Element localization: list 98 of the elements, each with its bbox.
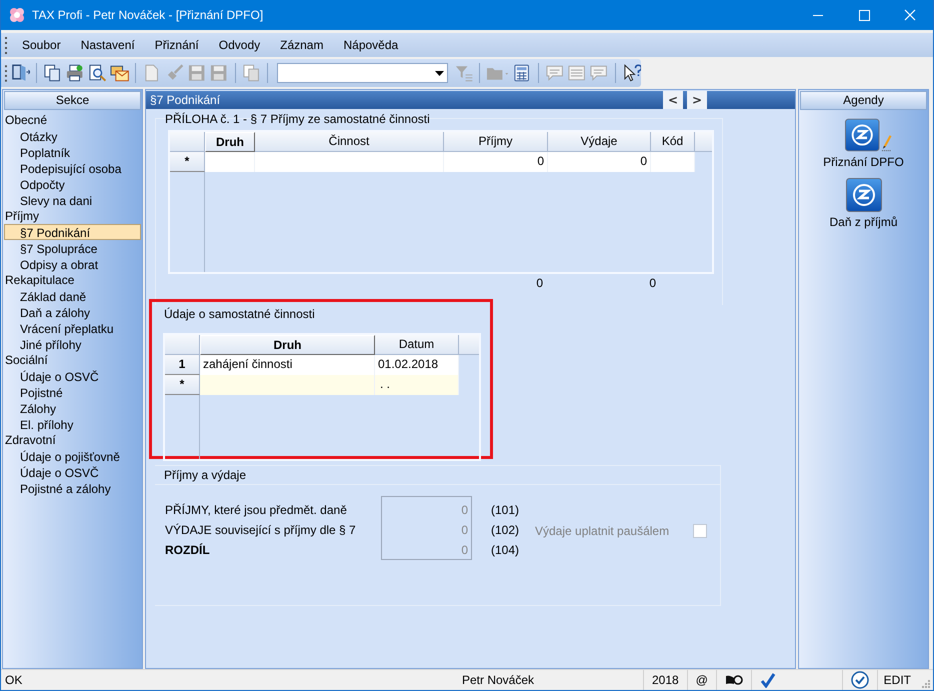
tree-group[interactable]: Zdravotní: [3, 432, 142, 448]
envelope-icon[interactable]: [110, 63, 130, 83]
row-header[interactable]: *: [170, 152, 205, 172]
tree-item[interactable]: Údaje o OSVČ: [4, 368, 141, 384]
tree-item[interactable]: Pojistné: [4, 384, 141, 400]
row-header[interactable]: *: [165, 375, 200, 395]
window-title: TAX Profi - Petr Nováček - [Přiznání DPFO]: [32, 8, 264, 22]
column-header[interactable]: Kód: [651, 132, 695, 152]
field-label: VÝDAJE související s příjmy dle § 7: [165, 522, 357, 539]
row-header[interactable]: 1: [165, 355, 200, 375]
table-cell[interactable]: 0: [548, 152, 651, 172]
menu-item[interactable]: Záznam: [270, 38, 334, 52]
column-header[interactable]: Druh: [205, 132, 255, 152]
amount-value: 0: [460, 522, 469, 539]
table-cell[interactable]: zahájení činnosti: [200, 355, 375, 375]
grip-icon: [5, 35, 8, 55]
column-header[interactable]: Druh: [200, 335, 375, 355]
check-circle-icon: [850, 671, 869, 689]
menu-item[interactable]: Nápověda: [333, 38, 408, 52]
tree-item[interactable]: §7 Spolupráce: [4, 240, 141, 256]
panel-title: §7 Podnikání: [150, 93, 222, 107]
menu-item[interactable]: Odvody: [208, 38, 270, 52]
column-header[interactable]: Příjmy: [444, 132, 548, 152]
header-filler: [695, 132, 712, 152]
table-cell[interactable]: 0: [444, 152, 548, 172]
tree-item[interactable]: Otázky: [4, 128, 141, 144]
table-cell[interactable]: [200, 375, 375, 395]
tree-item[interactable]: §7 Podnikání: [4, 224, 141, 240]
tree-group[interactable]: Obecné: [3, 112, 142, 128]
tree-item[interactable]: Podepisující osoba: [4, 160, 141, 176]
table-cell[interactable]: [205, 152, 255, 172]
dropdown-arrow-icon: [435, 70, 444, 76]
column-header[interactable]: Datum: [375, 335, 459, 355]
field-label: ROZDÍL: [165, 542, 211, 559]
checkbox-label: Výdaje uplatnit paušálem: [535, 524, 670, 538]
calculator-icon[interactable]: [512, 63, 532, 83]
tree-item[interactable]: Pojistné a zálohy: [4, 480, 141, 496]
next-button[interactable]: >: [687, 91, 707, 109]
table-cell[interactable]: [651, 152, 695, 172]
tree-item[interactable]: Slevy na dani: [4, 192, 141, 208]
agenda-label[interactable]: Daň z příjmů: [829, 215, 898, 229]
total-value: 0: [648, 275, 656, 292]
header-filler: [459, 335, 479, 355]
tree-group[interactable]: Rekapitulace: [3, 272, 142, 288]
door-icon[interactable]: [10, 63, 30, 83]
tree-item[interactable]: Odpisy a obrat: [4, 256, 141, 272]
total-value: 0: [535, 275, 543, 292]
tree-item[interactable]: Poplatník: [4, 144, 141, 160]
status-user: Petr Nováček: [460, 673, 536, 687]
amount-value: 0: [460, 542, 469, 559]
swirl-logo-icon[interactable]: [845, 118, 880, 152]
section-title: PŘÍLOHA č. 1 - § 7 Příjmy ze samostatné činnosti: [164, 111, 431, 128]
menu-item[interactable]: Nastavení: [70, 38, 145, 52]
help-cursor-icon[interactable]: [622, 63, 641, 83]
status-message: OK: [4, 673, 24, 687]
tree-item[interactable]: Údaje o pojišťovně: [4, 448, 141, 464]
sidebar-header: Sekce: [4, 91, 141, 110]
checkmark-icon: [760, 672, 776, 688]
tree-item[interactable]: El. přílohy: [4, 416, 141, 432]
section-title: Údaje o samostatné činnosti: [163, 306, 316, 323]
field-label: PŘÍJMY, které jsou předmět. daně: [165, 502, 348, 519]
status-mode: EDIT: [876, 670, 917, 690]
tree-item[interactable]: Daň a zálohy: [4, 304, 141, 320]
magnifier-page-icon[interactable]: [88, 63, 108, 83]
tree-group[interactable]: Sociální: [3, 352, 142, 368]
documents-icon[interactable]: [43, 63, 62, 83]
tree-item[interactable]: Údaje o OSVČ: [4, 464, 141, 480]
mail-horn-icon: [724, 673, 743, 687]
line-code: (104): [491, 542, 520, 559]
tree-item[interactable]: Jiné přílohy: [4, 336, 141, 352]
tree-item[interactable]: Zálohy: [4, 400, 141, 416]
agenda-header: Agendy: [800, 91, 927, 110]
menu-item[interactable]: Soubor: [12, 38, 71, 52]
table-cell[interactable]: . .: [375, 375, 459, 395]
section-title: Příjmy a výdaje: [155, 466, 720, 485]
amount-value: 0: [460, 502, 469, 519]
status-year: 2018: [643, 670, 687, 690]
status-email: @: [686, 670, 716, 690]
tree-item[interactable]: Vrácení přeplatku: [4, 320, 141, 336]
line-code: (101): [491, 502, 520, 519]
menu-item[interactable]: Přiznání: [144, 38, 209, 52]
grip-icon: [5, 63, 8, 83]
tree-item[interactable]: Základ daně: [4, 288, 141, 304]
flower-icon: [9, 7, 25, 23]
agenda-label[interactable]: Přiznání DPFO: [823, 155, 904, 169]
resize-grip-icon: [921, 679, 931, 689]
header-corner: [170, 132, 205, 152]
header-corner: [165, 335, 200, 355]
dropdown-field[interactable]: [276, 63, 448, 83]
column-header[interactable]: Činnost: [255, 132, 444, 152]
table-cell[interactable]: [255, 152, 444, 172]
column-header[interactable]: Výdaje: [548, 132, 651, 152]
tree-group[interactable]: Příjmy: [3, 208, 142, 224]
tree-item[interactable]: Odpočty: [4, 176, 141, 192]
table-cell[interactable]: 01.02.2018: [375, 355, 459, 375]
printer-icon[interactable]: [65, 63, 85, 83]
previous-button[interactable]: <: [663, 91, 683, 109]
swirl-logo-icon[interactable]: [846, 178, 882, 212]
